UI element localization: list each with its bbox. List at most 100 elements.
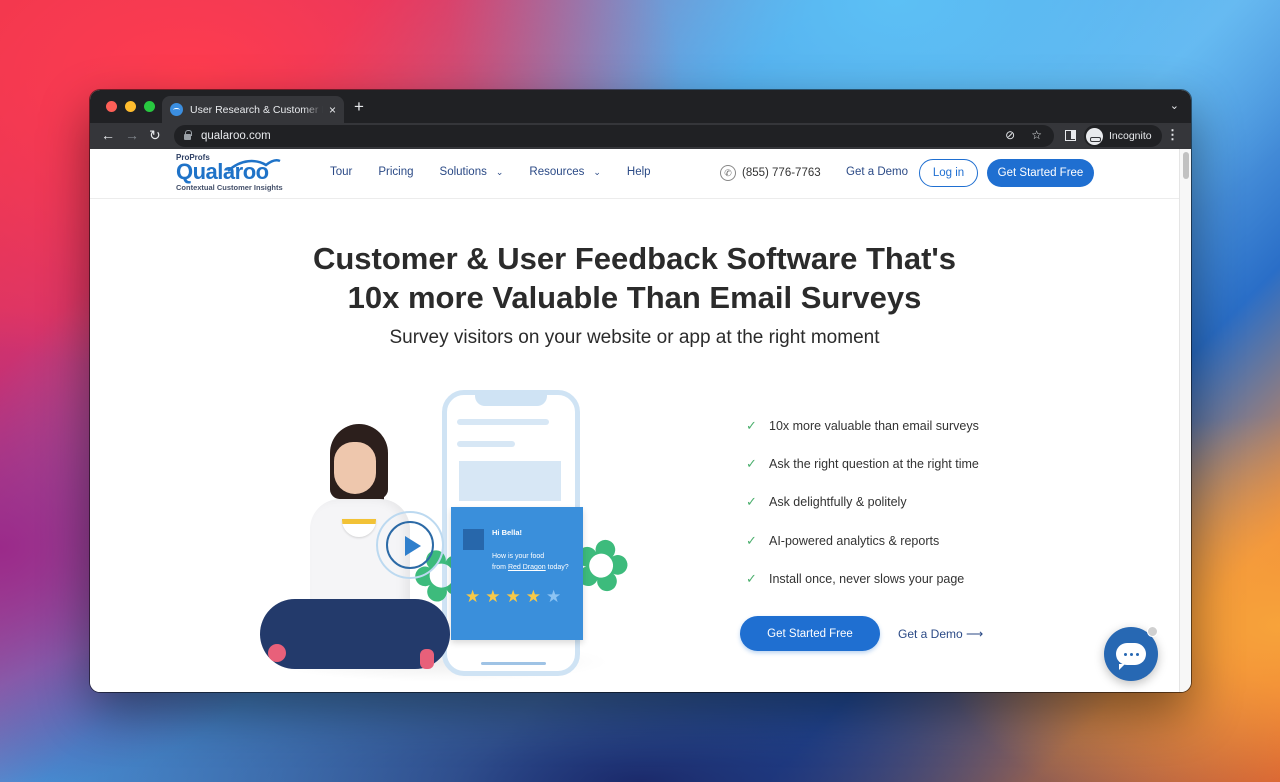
hero-get-started-button[interactable]: Get Started Free	[740, 616, 880, 651]
hero-illustration: ✿ ✿ Hi Bella! How is your food from Red …	[190, 384, 650, 692]
nav-get-started-button[interactable]: Get Started Free	[987, 159, 1094, 187]
survey-card: Hi Bella! How is your food from Red Drag…	[451, 507, 583, 640]
new-tab-button[interactable]: +	[354, 97, 364, 117]
star-rating: ★ ★ ★ ★ ★	[465, 587, 561, 607]
play-ring	[386, 521, 434, 569]
feature-text: Ask the right question at the right time	[769, 457, 979, 472]
site-header: ProProfs Qualaroo Contextual Customer In…	[90, 149, 1179, 199]
incognito-icon	[1086, 127, 1103, 145]
checkmark-icon: ✓	[746, 570, 757, 586]
feature-text: Install once, never slows your page	[769, 571, 965, 586]
incognito-profile-button[interactable]: Incognito	[1084, 125, 1162, 147]
nav-item-pricing[interactable]: Pricing	[378, 166, 413, 178]
feature-item: ✓ Ask delightfully & politely	[746, 483, 979, 521]
tracking-blocked-eye-icon[interactable]: ⊘	[1005, 128, 1015, 142]
chevron-down-icon: ⌄	[495, 166, 504, 177]
feature-item: ✓ Install once, never slows your page	[746, 560, 979, 598]
star-filled-icon: ★	[525, 587, 541, 606]
chat-status-dot	[1147, 626, 1158, 637]
placeholder-block	[459, 461, 561, 501]
placeholder-line	[457, 441, 515, 447]
face	[334, 442, 376, 494]
nav-label: Solutions	[439, 166, 487, 178]
nav-item-solutions[interactable]: Solutions ⌄	[440, 166, 504, 178]
star-filled-icon: ★	[485, 587, 501, 606]
chevron-down-icon: ⌄	[593, 166, 601, 177]
tab-search-chevron-icon[interactable]: ⌄	[1170, 99, 1179, 112]
phone-icon: ✆	[720, 165, 736, 181]
hero-get-demo-link[interactable]: Get a Demo ⟶	[898, 627, 983, 641]
nav-item-help[interactable]: Help	[627, 166, 651, 178]
lock-icon	[184, 130, 192, 140]
scrollbar-thumb[interactable]	[1183, 152, 1189, 179]
browser-toolbar: ← → ↻ qualaroo.com ⊘ ☆ Incognito ⋮	[90, 123, 1191, 149]
checkmark-icon: ✓	[746, 418, 757, 434]
main-nav: Tour Pricing Solutions ⌄ Resources ⌄ Help	[330, 166, 677, 178]
logo-tagline: Contextual Customer Insights	[176, 183, 283, 192]
hero-title-line-1: Customer & User Feedback Software That's	[312, 241, 957, 276]
web-page: ProProfs Qualaroo Contextual Customer In…	[90, 149, 1179, 692]
tab-title: User Research & Customer Feedback	[190, 103, 323, 116]
reload-icon[interactable]: ↻	[149, 127, 161, 144]
placeholder-line	[457, 419, 549, 425]
address-bar[interactable]: qualaroo.com ⊘ ☆	[174, 125, 1054, 147]
close-window-button[interactable]	[106, 101, 117, 112]
url-text: qualaroo.com	[201, 130, 271, 142]
phone-notch	[475, 390, 547, 406]
survey-question-line-2: from Red Dragon today?	[492, 564, 569, 571]
chat-bubble-icon	[1116, 643, 1146, 670]
window-controls	[106, 101, 155, 112]
qualaroo-logo[interactable]: ProProfs Qualaroo Contextual Customer In…	[176, 153, 283, 192]
browser-menu-icon[interactable]: ⋮	[1166, 127, 1179, 143]
feature-item: ✓ AI-powered analytics & reports	[746, 522, 979, 560]
nav-get-demo-link[interactable]: Get a Demo	[846, 166, 908, 178]
question-prefix: from	[492, 564, 508, 571]
maximize-window-button[interactable]	[144, 101, 155, 112]
incognito-label: Incognito	[1109, 130, 1152, 142]
tab-close-icon[interactable]: ×	[329, 103, 336, 117]
feature-text: AI-powered analytics & reports	[769, 533, 940, 548]
survey-avatar	[463, 529, 484, 550]
survey-question-line-1: How is your food	[492, 553, 545, 560]
question-highlight: Red Dragon	[507, 564, 546, 571]
checkmark-icon: ✓	[746, 532, 757, 548]
play-icon	[405, 536, 421, 556]
tab-strip: User Research & Customer Feedback × + ⌄	[90, 90, 1191, 123]
forward-arrow-icon[interactable]: →	[125, 127, 139, 143]
phone-link[interactable]: ✆ (855) 776-7763	[720, 165, 821, 181]
feature-item: ✓ 10x more valuable than email surveys	[746, 407, 979, 445]
site-favicon-icon	[170, 103, 183, 116]
bookmark-star-icon[interactable]: ☆	[1031, 128, 1042, 142]
question-suffix: today?	[545, 564, 569, 571]
tab-active[interactable]: User Research & Customer Feedback ×	[162, 96, 344, 123]
video-play-button[interactable]	[376, 511, 444, 579]
checkmark-icon: ✓	[746, 456, 757, 472]
hero-title: Customer & User Feedback Software That's…	[90, 239, 1179, 317]
feature-list: ✓ 10x more valuable than email surveys ✓ A…	[746, 407, 979, 598]
hero-subtitle: Survey visitors on your website or app a…	[389, 327, 880, 348]
browser-window: User Research & Customer Feedback × + ⌄ …	[90, 90, 1191, 692]
phone-number: (855) 776-7763	[742, 167, 821, 179]
nav-label: Resources	[529, 166, 585, 178]
nav-label: Help	[626, 166, 651, 178]
pink-sock	[268, 644, 286, 662]
side-panel-icon[interactable]	[1065, 130, 1076, 141]
phone-home-bar	[481, 662, 546, 665]
star-empty-icon: ★	[546, 587, 562, 606]
feature-item: ✓ Ask the right question at the right tim…	[746, 445, 979, 483]
login-button[interactable]: Log in	[919, 159, 978, 187]
nav-label: Pricing	[378, 166, 414, 178]
kangaroo-swoosh-icon	[227, 158, 281, 172]
page-scrollbar[interactable]	[1179, 149, 1191, 692]
feature-text: 10x more valuable than email surveys	[769, 419, 979, 434]
survey-greeting: Hi Bella!	[492, 528, 523, 537]
feature-text: Ask delightfully & politely	[769, 495, 907, 510]
nav-item-tour[interactable]: Tour	[330, 166, 352, 178]
star-filled-icon: ★	[505, 587, 521, 606]
nav-label: Tour	[330, 166, 353, 178]
minimize-window-button[interactable]	[125, 101, 136, 112]
back-arrow-icon[interactable]: ←	[101, 127, 115, 143]
nav-item-resources[interactable]: Resources ⌄	[529, 166, 601, 178]
checkmark-icon: ✓	[746, 494, 757, 510]
pink-sock	[420, 649, 434, 669]
